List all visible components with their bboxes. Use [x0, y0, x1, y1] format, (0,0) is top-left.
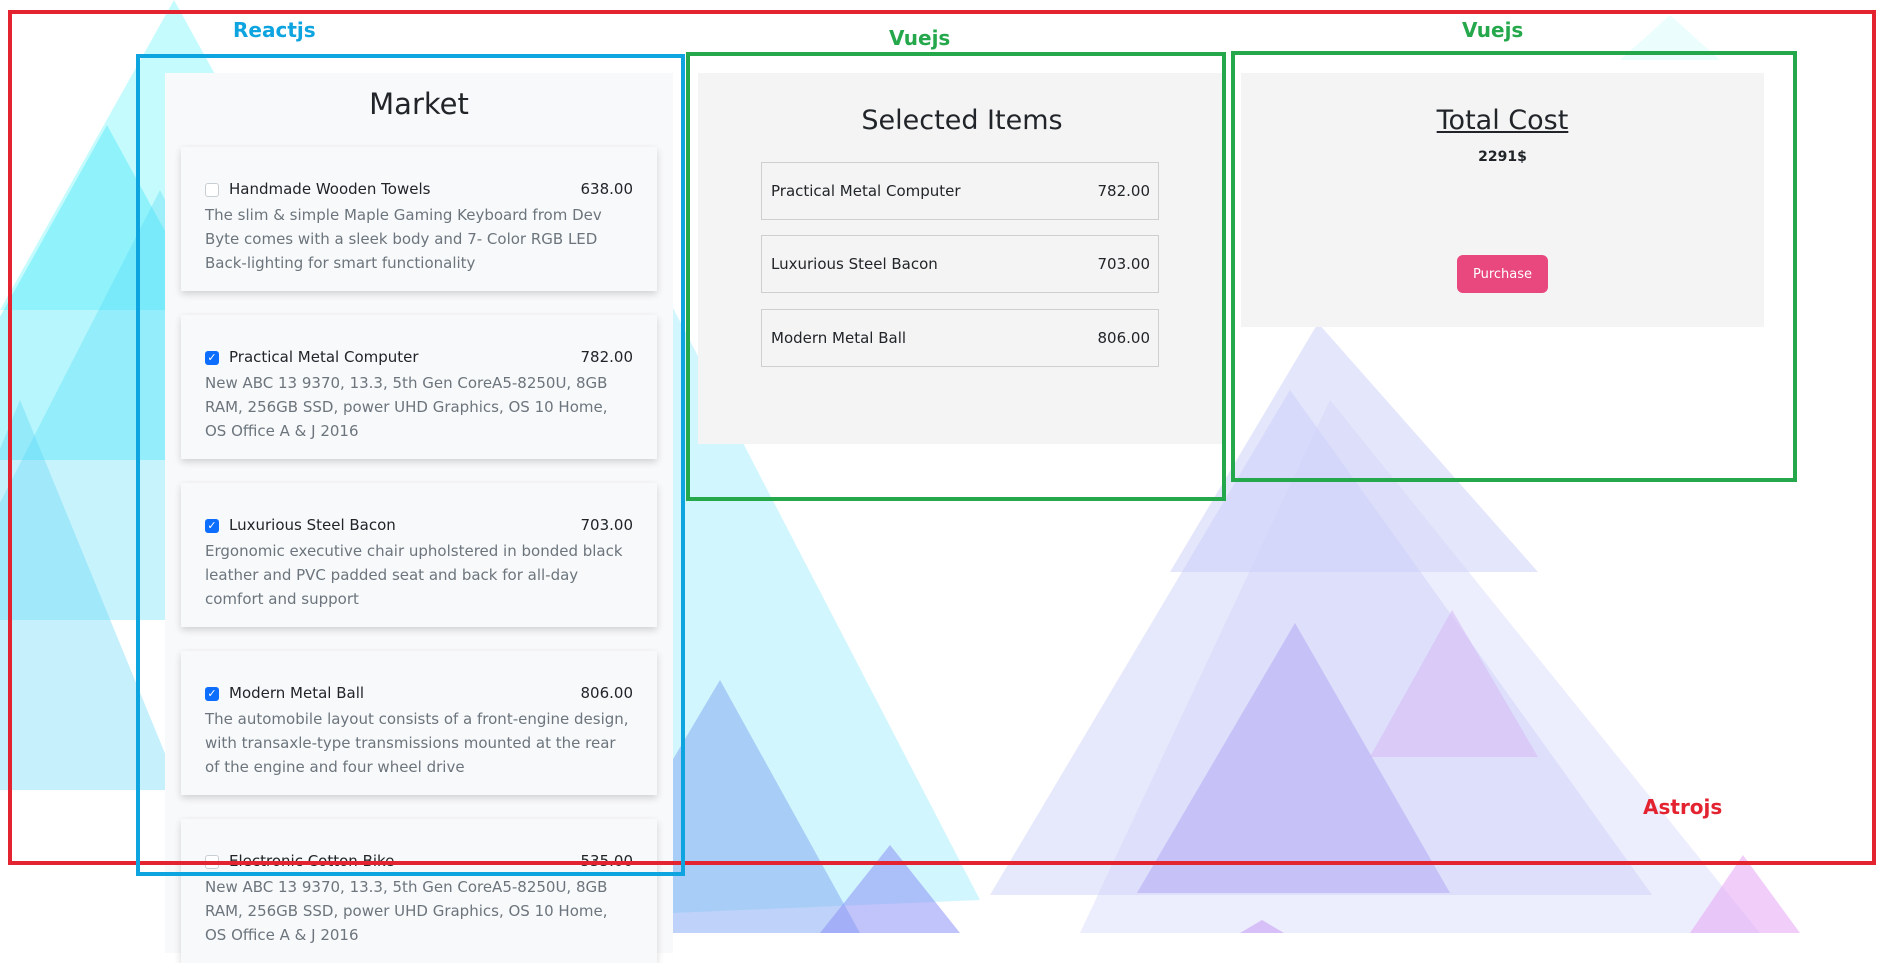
vuejs-label-total: Vuejs: [1462, 18, 1524, 42]
total-cost-panel: Total Cost 2291$ Purchase: [1241, 73, 1764, 327]
item-price: 806.00: [580, 684, 634, 702]
item-description: Ergonomic executive chair upholstered in…: [205, 542, 623, 608]
item-checkbox[interactable]: [205, 855, 219, 869]
item-name: Practical Metal Computer: [229, 348, 419, 366]
vuejs-label-selected: Vuejs: [889, 26, 951, 50]
selected-item-price: 782.00: [1097, 182, 1151, 200]
selected-item-price: 703.00: [1097, 255, 1151, 273]
selected-items-panel: Selected Items Practical Metal Computer 7…: [698, 73, 1226, 444]
item-name: Electronic Cotton Bike: [229, 852, 395, 870]
market-panel: Market Handmade Wooden Towels 638.00 The s…: [165, 73, 673, 963]
selected-items-title: Selected Items: [861, 105, 1063, 136]
astrojs-label: Astrojs: [1643, 795, 1723, 819]
market-item-card[interactable]: ✓ Luxurious Steel Bacon 703.00 Ergonomic ex…: [181, 483, 657, 627]
item-price: 782.00: [580, 348, 634, 366]
item-checkbox[interactable]: [205, 183, 219, 197]
market-title: Market: [369, 87, 469, 121]
selected-item-name: Modern Metal Ball: [771, 329, 907, 347]
selected-item-price: 806.00: [1097, 329, 1151, 347]
total-cost-title: Total Cost: [1436, 105, 1569, 136]
item-description: The automobile layout consists of a fron…: [205, 710, 629, 776]
item-name: Handmade Wooden Towels: [229, 180, 431, 198]
selected-item: Luxurious Steel Bacon 703.00: [761, 235, 1159, 293]
selected-item: Modern Metal Ball 806.00: [761, 309, 1159, 367]
selected-item-name: Luxurious Steel Bacon: [771, 255, 938, 273]
item-description: The slim & simple Maple Gaming Keyboard …: [205, 206, 602, 272]
purchase-button[interactable]: Purchase: [1457, 255, 1548, 293]
item-checkbox-checked[interactable]: ✓: [205, 519, 219, 533]
market-item-card[interactable]: Electronic Cotton Bike 535.00 New ABC 13 9…: [181, 819, 657, 963]
item-description: New ABC 13 9370, 13.3, 5th Gen CoreA5-82…: [205, 374, 608, 440]
market-item-card[interactable]: ✓ Practical Metal Computer 782.00 New ABC 1…: [181, 315, 657, 459]
selected-item-name: Practical Metal Computer: [771, 182, 961, 200]
item-description: New ABC 13 9370, 13.3, 5th Gen CoreA5-82…: [205, 878, 608, 944]
item-checkbox-checked[interactable]: ✓: [205, 351, 219, 365]
item-checkbox-checked[interactable]: ✓: [205, 687, 219, 701]
item-name: Luxurious Steel Bacon: [229, 516, 396, 534]
selected-item: Practical Metal Computer 782.00: [761, 162, 1159, 220]
item-price: 638.00: [580, 180, 634, 198]
item-price: 703.00: [580, 516, 634, 534]
market-item-card[interactable]: ✓ Modern Metal Ball 806.00 The automobile l…: [181, 651, 657, 795]
market-item-card[interactable]: Handmade Wooden Towels 638.00 The slim & s…: [181, 147, 657, 291]
item-price: 535.00: [580, 852, 634, 870]
total-cost-amount: 2291$: [1478, 149, 1527, 165]
reactjs-label: Reactjs: [233, 18, 316, 42]
item-name: Modern Metal Ball: [229, 684, 365, 702]
